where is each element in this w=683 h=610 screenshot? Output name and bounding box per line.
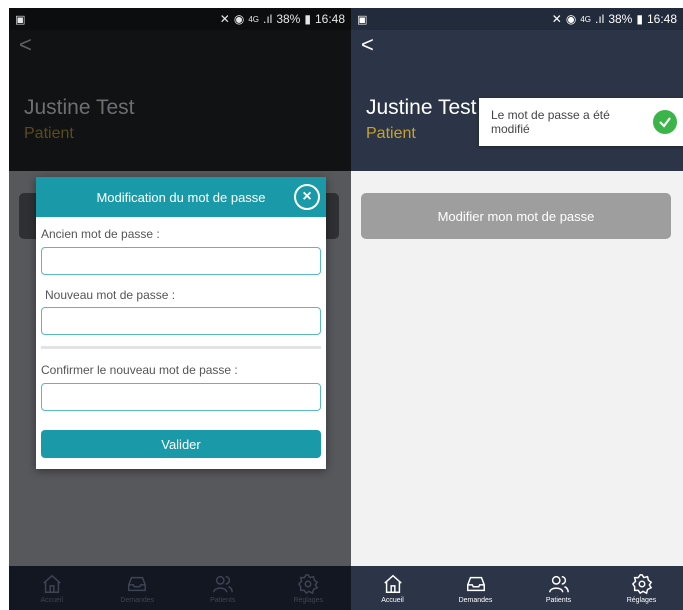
profile-header: ▣ ✕ ◉ 4G .ıl 38% ▮ 16:48 < Justine Test …	[9, 8, 351, 171]
user-name: Justine Test	[24, 96, 135, 119]
confirm-password-input[interactable]	[41, 383, 321, 411]
alarm-icon: ◉	[233, 12, 245, 26]
new-password-input[interactable]	[41, 307, 321, 335]
clock: 16:48	[314, 12, 345, 26]
gear-icon	[298, 573, 319, 594]
change-password-button[interactable]: Modifier mon mot de passe	[361, 193, 671, 239]
battery-level: 38%	[608, 12, 633, 26]
clock: 16:48	[646, 12, 677, 26]
old-password-input[interactable]	[41, 247, 321, 275]
nav-label: Patients	[210, 596, 236, 604]
status-bar: ▣ ✕ ◉ 4G .ıl 38% ▮ 16:48	[9, 8, 351, 30]
user-role: Patient	[366, 125, 416, 142]
close-icon[interactable]: ×	[294, 184, 320, 210]
nav-label: Patients	[545, 596, 572, 604]
nav-item-reglages[interactable]: Réglages	[278, 573, 338, 604]
nav-label: Demandes	[458, 596, 493, 604]
toast-message: Le mot de passe a été modifié	[491, 107, 610, 136]
phone-screen-with-modal: ▣ ✕ ◉ 4G .ıl 38% ▮ 16:48 < Justine Test …	[9, 8, 351, 610]
mute-icon: ✕	[551, 12, 562, 26]
inbox-icon	[128, 576, 147, 591]
phone-screen-after-save: ▣ ✕ ◉ 4G .ıl 38% ▮ 16:48 < Justine Test …	[351, 8, 683, 610]
user-name: Justine Test	[366, 96, 477, 119]
nav-item-accueil[interactable]: Accueil	[363, 573, 423, 604]
nav-label: Accueil	[381, 596, 404, 604]
network-indicator: 4G	[248, 14, 259, 24]
modal-header: Modification du mot de passe ×	[36, 177, 326, 217]
battery-level: 38%	[276, 12, 301, 26]
success-toast: Le mot de passe a été modifié	[479, 98, 683, 146]
home-icon	[43, 574, 61, 593]
nav-label: Réglages	[293, 596, 324, 604]
bottom-nav: Accueil Demandes Patients Réglages	[351, 566, 683, 610]
main-content: Modifier mon mot de passe	[351, 171, 683, 566]
nav-item-patients[interactable]: Patients	[529, 573, 589, 604]
signal-icon: .ıl	[262, 12, 273, 26]
nav-label: Demandes	[120, 596, 155, 604]
nav-item-demandes[interactable]: Demandes	[446, 573, 506, 604]
submit-button[interactable]: Valider	[41, 430, 321, 458]
bottom-nav: Accueil Demandes Patients Réglages	[9, 566, 351, 610]
modal-title: Modification du mot de passe	[96, 189, 266, 205]
user-role: Patient	[24, 125, 74, 142]
gear-icon	[631, 573, 652, 594]
battery-icon: ▮	[636, 12, 643, 26]
confirm-password-label: Confirmer le nouveau mot de passe :	[41, 363, 238, 377]
gallery-icon: ▣	[15, 13, 26, 26]
users-icon	[212, 575, 233, 592]
network-indicator: 4G	[580, 14, 591, 24]
check-circle-icon	[653, 110, 677, 134]
back-button[interactable]: <	[19, 34, 32, 56]
divider	[41, 346, 321, 349]
old-password-label: Ancien mot de passe :	[41, 227, 160, 241]
back-button[interactable]: <	[361, 34, 374, 56]
signal-icon: .ıl	[594, 12, 605, 26]
gallery-icon: ▣	[357, 13, 368, 26]
battery-icon: ▮	[304, 12, 311, 26]
nav-item-reglages[interactable]: Réglages	[612, 573, 672, 604]
change-password-modal: Modification du mot de passe × Ancien mo…	[36, 177, 326, 469]
inbox-icon	[466, 576, 485, 591]
alarm-icon: ◉	[565, 12, 577, 26]
nav-item-patients[interactable]: Patients	[193, 573, 253, 604]
nav-item-demandes[interactable]: Demandes	[107, 573, 167, 604]
nav-label: Accueil	[40, 596, 64, 604]
nav-item-accueil[interactable]: Accueil	[22, 573, 82, 604]
users-icon	[548, 575, 569, 592]
nav-label: Réglages	[626, 596, 657, 604]
profile-header: ▣ ✕ ◉ 4G .ıl 38% ▮ 16:48 < Justine Test …	[351, 8, 683, 171]
home-icon	[383, 574, 402, 593]
status-bar: ▣ ✕ ◉ 4G .ıl 38% ▮ 16:48	[351, 8, 683, 30]
mute-icon: ✕	[219, 12, 230, 26]
new-password-label: Nouveau mot de passe :	[45, 288, 176, 302]
